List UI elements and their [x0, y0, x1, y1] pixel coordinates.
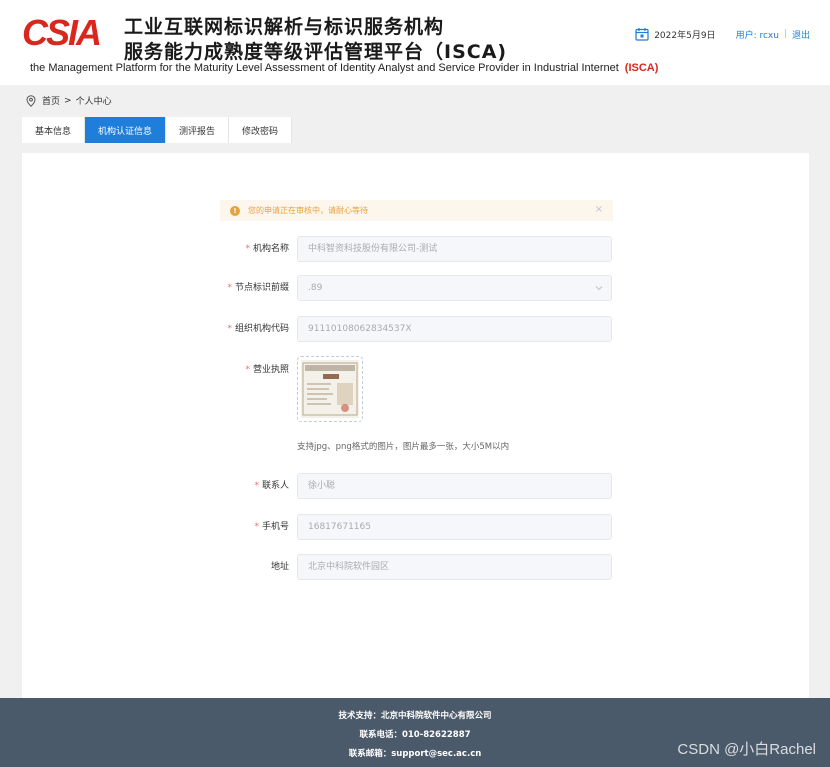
page-footer: 技术支持：北京中科院软件中心有限公司 联系电话：010-82622887 联系邮…: [0, 698, 830, 767]
org-name-label-text: 机构名称: [252, 244, 289, 254]
tab-bar: 基本信息 机构认证信息 测评报告 修改密码: [22, 117, 293, 143]
subtitle-text: the Management Platform for the Maturity…: [30, 62, 619, 74]
breadcrumb: 首页 > 个人中心: [26, 94, 112, 107]
csia-logo: CSIA: [22, 12, 106, 52]
form-row-node-prefix: * 节点标识前缀 .89: [22, 275, 809, 301]
form-row-address: 地址 北京中科院软件园区: [22, 554, 809, 580]
content-card: ! 您的申请正在审核中，请耐心等待 × * 机构名称 中科智资科技股份有限公司-测…: [22, 153, 809, 698]
org-name-input[interactable]: 中科智资科技股份有限公司-测试: [297, 236, 612, 262]
platform-subtitle: the Management Platform for the Maturity…: [30, 62, 658, 74]
watermark: CSDN @小白Rachel: [677, 741, 816, 758]
org-code-label: * 组织机构代码: [227, 316, 289, 342]
node-prefix-select[interactable]: .89: [297, 275, 612, 301]
breadcrumb-current: 个人中心: [75, 97, 112, 107]
license-upload-hint: 支持jpg、png格式的图片，图片最多一张，大小5M以内: [297, 442, 510, 452]
required-mark: *: [245, 244, 250, 254]
location-pin-icon: [26, 94, 36, 107]
header-separator: |: [783, 29, 787, 39]
node-prefix-value: .89: [308, 283, 323, 293]
required-mark: *: [245, 365, 250, 375]
form-row-org-code: * 组织机构代码 911101080628345​37X: [22, 316, 809, 342]
tab-basic-info[interactable]: 基本信息: [22, 117, 86, 143]
breadcrumb-separator: >: [64, 95, 72, 106]
org-name-label: * 机构名称: [245, 236, 289, 262]
logout-link[interactable]: 退出: [792, 28, 810, 41]
chevron-down-icon: [595, 286, 603, 291]
org-code-label-text: 组织机构代码: [234, 324, 289, 334]
user-name: 用户: rcxu: [735, 30, 779, 41]
phone-input[interactable]: 16817671165: [297, 514, 612, 540]
required-mark: *: [227, 283, 232, 293]
address-label: 地址: [270, 562, 289, 572]
license-image-upload[interactable]: [297, 356, 363, 422]
required-mark: *: [227, 324, 232, 334]
warning-icon: !: [230, 205, 240, 216]
form-row-license: * 营业执照: [22, 357, 809, 383]
alert-text: 您的申请正在审核中，请耐心等待: [248, 206, 368, 215]
form-row-contact: * 联系人 徐小聪: [22, 473, 809, 499]
contact-label-text: 联系人: [261, 481, 289, 491]
tab-org-certification[interactable]: 机构认证信息: [85, 117, 167, 143]
license-label: * 营业执照: [245, 357, 289, 383]
close-icon[interactable]: ×: [595, 204, 603, 215]
footer-support: 技术支持：北京中科院软件中心有限公司: [338, 711, 492, 721]
tab-change-password[interactable]: 修改密码: [229, 117, 293, 143]
page-header: CSIA 工业互联网标识解析与标识服务机构 服务能力成熟度等级评估管理平台（IS…: [0, 0, 830, 85]
breadcrumb-home[interactable]: 首页: [42, 94, 60, 107]
form-row-phone: * 手机号 16817671165: [22, 514, 809, 540]
license-label-text: 营业执照: [252, 365, 289, 375]
phone-label-text: 手机号: [261, 522, 289, 532]
current-date: 2022年5月9日: [654, 30, 716, 41]
platform-title-line1: 工业互联网标识解析与标识服务机构: [124, 16, 445, 38]
required-mark: *: [254, 522, 259, 532]
platform-title-line2: 服务能力成熟度等级评估管理平台（ISCA): [124, 41, 508, 63]
required-mark: *: [254, 481, 259, 491]
org-code-input[interactable]: 911101080628345​37X: [297, 316, 612, 342]
license-thumbnail-image: [301, 360, 359, 418]
calendar-icon: [635, 28, 649, 41]
form-row-org-name: * 机构名称 中科智资科技股份有限公司-测试: [22, 236, 809, 262]
contact-input[interactable]: 徐小聪: [297, 473, 612, 499]
tab-assessment-report[interactable]: 测评报告: [166, 117, 230, 143]
address-input[interactable]: 北京中科院软件园区: [297, 554, 612, 580]
svg-text:CSIA: CSIA: [22, 12, 100, 52]
phone-label: * 手机号: [254, 514, 289, 540]
review-status-alert: ! 您的申请正在审核中，请耐心等待 ×: [220, 200, 613, 221]
subtitle-tag: (ISCA): [624, 62, 659, 74]
header-user-area: 2022年5月9日 用户: rcxu | 退出: [635, 27, 810, 41]
contact-label: * 联系人: [254, 473, 289, 499]
node-prefix-label: * 节点标识前缀: [227, 275, 289, 301]
node-prefix-label-text: 节点标识前缀: [234, 283, 289, 293]
